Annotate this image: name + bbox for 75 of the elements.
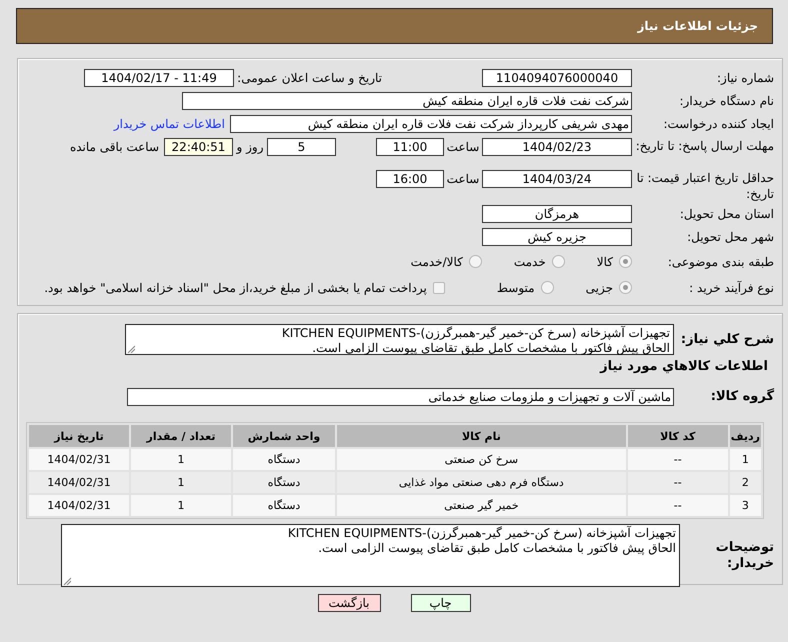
back-button[interactable]: بازگشت: [318, 594, 380, 612]
field-label: شماره نیاز:: [716, 70, 774, 86]
field-label: ساعت باقی مانده: [70, 140, 159, 154]
contact-link[interactable]: اطلاعات تماس خریدار: [114, 117, 225, 131]
table-cell: 1: [131, 472, 231, 493]
text-field[interactable]: 1104094076000040: [482, 69, 632, 87]
text-field[interactable]: هرمزگان: [482, 205, 632, 223]
radio-button[interactable]: [540, 281, 554, 294]
text-field[interactable]: 1404/02/17 - 11:49: [84, 69, 234, 87]
table-cell: دستگاه فرم دهی صنعتی مواد غذایی: [337, 472, 626, 493]
option-label: متوسط: [496, 280, 535, 294]
option-label: کالا/خدمت: [410, 254, 463, 268]
table-cell: 1: [131, 495, 231, 516]
option-label: خدمت: [514, 254, 546, 268]
field-label: شرح کلي نياز:: [680, 332, 774, 348]
table-cell: خمیر گیر صنعتی: [337, 495, 626, 516]
field-label: ایجاد کننده درخواست:: [662, 116, 774, 132]
text-field[interactable]: 11:00: [376, 138, 444, 156]
field-label: تاریخ و ساعت اعلان عمومی:: [236, 71, 382, 85]
column-header: کد کالا: [628, 425, 728, 447]
table-cell: دستگاه: [233, 449, 335, 470]
column-header: نام کالا: [337, 425, 626, 447]
field-label: نوع فرآیند خرید :: [688, 280, 774, 296]
option-label: کالا: [596, 254, 613, 268]
table-cell: --: [628, 472, 728, 493]
table-cell: دستگاه: [233, 495, 335, 516]
table-cell: 1: [730, 449, 761, 470]
countdown-field[interactable]: 22:40:51: [164, 138, 233, 156]
payment-note: پرداخت تمام یا بخشی از مبلغ خرید،از محل "اسناد خزانه اسلامی" خواهد بود.: [44, 280, 427, 294]
field-label: مهلت ارسال پاسخ: تا تاریخ:: [634, 138, 774, 154]
text-field[interactable]: شرکت نفت فلات قاره ایران منطقه کیش: [182, 92, 632, 110]
field-label: توضیحات خریدار:: [714, 540, 774, 572]
text-field[interactable]: 1404/03/24: [482, 170, 632, 188]
table-cell: 2: [730, 472, 761, 493]
field-label: ساعت: [446, 140, 480, 154]
text-field[interactable]: جزیره کیش: [482, 228, 632, 246]
radio-button[interactable]: [468, 255, 482, 268]
table-cell: 1404/02/31: [29, 495, 129, 516]
column-header: ردیف: [730, 425, 761, 447]
table-cell: دستگاه: [233, 472, 335, 493]
column-header: تاریخ نیاز: [29, 425, 129, 447]
text-field[interactable]: 16:00: [376, 170, 444, 188]
checkbox[interactable]: [432, 282, 445, 294]
field-label: گروه کالا:: [710, 389, 774, 405]
radio-button[interactable]: [619, 281, 632, 294]
field-label: استان محل تحویل:: [678, 206, 774, 222]
table-cell: 1404/02/31: [29, 449, 129, 470]
table-cell: --: [628, 449, 728, 470]
field-label: طبقه بندی موضوعی:: [666, 254, 774, 270]
section-heading: اطلاعات کالاهاي مورد نياز: [598, 359, 768, 374]
resize-grip-icon[interactable]: [127, 345, 135, 353]
column-header: تعداد / مقدار: [131, 425, 231, 447]
field-label: روز و: [235, 140, 264, 154]
table-cell: سرخ کن صنعتی: [337, 449, 626, 470]
text-field[interactable]: 5: [267, 138, 336, 156]
description-field[interactable]: تجهیزات آشپزخانه (سرخ کن-خمیر گیر-همبرگرزن)-KITCHEN EQUIPMENTS الحاق پیش فاکتور با مشخصات کامل طبق تقاضای پیوست الزامی است.: [125, 324, 674, 355]
field-label: نام دستگاه خریدار:: [678, 93, 774, 109]
table-cell: --: [628, 495, 728, 516]
notes-field[interactable]: تجهیزات آشپزخانه (سرخ کن-خمیر گیر-همبرگرزن)-KITCHEN EQUIPMENTS الحاق پیش فاکتور با مشخصات کامل طبق تقاضای پیوست الزامی است.: [61, 524, 680, 587]
option-label: جزیی: [586, 280, 613, 294]
table-cell: 3: [730, 495, 761, 516]
resize-grip-icon[interactable]: [63, 577, 71, 585]
table-cell: 1: [131, 449, 231, 470]
radio-button[interactable]: [552, 255, 565, 268]
field-label: حداقل تاریخ اعتبار قیمت: تا تاریخ:: [636, 170, 774, 202]
field-label: ساعت: [446, 172, 480, 186]
radio-button[interactable]: [619, 255, 632, 268]
text-field[interactable]: مهدی شریفی کارپرداز شرکت نفت فلات قاره ایران منطقه کیش: [230, 115, 632, 133]
field-label: شهر محل تحویل:: [686, 229, 774, 245]
column-header: واحد شمارش: [233, 425, 335, 447]
table-cell: 1404/02/31: [29, 472, 129, 493]
text-field[interactable]: ماشین آلات و تجهیزات و ملزومات صنایع خدماتی: [127, 388, 674, 406]
page-title: جزئیات اطلاعات نیاز: [637, 19, 758, 33]
print-button[interactable]: چاپ: [410, 594, 470, 612]
text-field[interactable]: 1404/02/23: [482, 138, 632, 156]
